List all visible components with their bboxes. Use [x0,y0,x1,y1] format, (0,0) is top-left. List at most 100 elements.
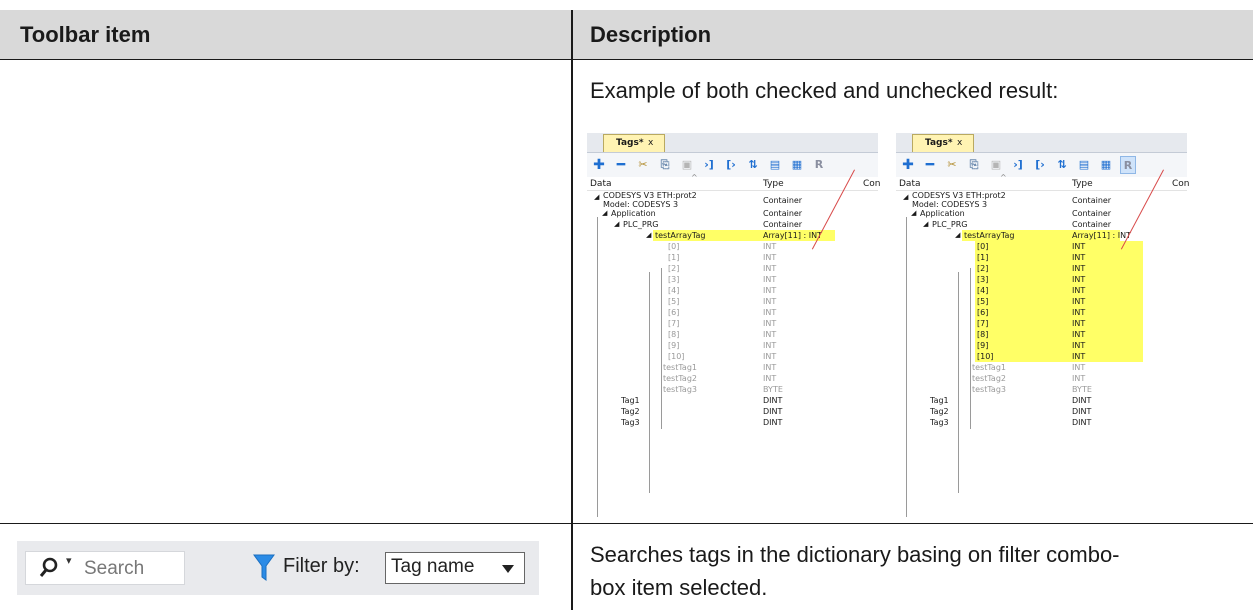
tree-expand-icon[interactable]: ◢ [955,230,960,241]
tree-row[interactable]: [3] INT [896,274,1187,285]
tree-row[interactable]: [1] INT [896,252,1187,263]
tree-row[interactable]: [6] INT [896,307,1187,318]
export-icon[interactable]: ▦ [1098,156,1114,174]
import-icon[interactable]: ▤ [1076,156,1092,174]
expand-icon[interactable]: ›] [1010,156,1026,174]
show-array-elements-icon[interactable]: R [1120,156,1136,174]
tree-row[interactable]: [10] INT [587,351,878,362]
editor-toolbar: ✚ ━ ✂ ⎘ ▣ ›] [› ⇅ ▤ ▦ R [896,153,1187,178]
tree-row[interactable]: [0] INT [587,241,878,252]
search-dropdown-caret[interactable]: ▾ [66,554,72,567]
tree-row[interactable]: [8] INT [587,329,878,340]
tree-node-name: testTag2 [663,374,697,383]
tree-row[interactable]: Tag3 DINT [896,417,1187,428]
tree-row[interactable]: Tag1 DINT [896,395,1187,406]
paste-icon[interactable]: ▣ [679,156,695,174]
export-icon[interactable]: ▦ [789,156,805,174]
tree-row[interactable]: ◢ Application Container [896,208,1187,219]
tree-row[interactable]: [9] INT [896,340,1187,351]
tree-row[interactable]: [2] INT [896,263,1187,274]
tree-row[interactable]: testTag3 BYTE [896,384,1187,395]
copy-icon[interactable]: ⎘ [657,156,673,174]
remove-tag-icon[interactable]: ━ [922,156,938,174]
tree-node-type: INT [763,330,777,339]
tree-row[interactable]: Tag2 DINT [587,406,878,417]
tree-row[interactable]: [6] INT [587,307,878,318]
tree-expand-icon[interactable]: ◢ [646,230,651,241]
tree-row[interactable]: Tag2 DINT [896,406,1187,417]
tree-expand-icon[interactable]: ◢ [614,219,619,230]
add-tag-icon[interactable]: ✚ [591,156,607,174]
filter-combobox[interactable]: Tag name [385,552,525,584]
tree-row[interactable]: Tag1 DINT [587,395,878,406]
collapse-icon[interactable]: [› [723,156,739,174]
sort-icon[interactable]: ⇅ [745,156,761,174]
expand-icon[interactable]: ›] [701,156,717,174]
tab-tags[interactable]: Tags* x [912,134,974,152]
tree-expand-icon[interactable]: ◢ [903,192,908,203]
tree-node-name: Application [920,209,965,218]
close-icon[interactable]: x [957,135,962,152]
editor-toolbar: ✚ ━ ✂ ⎘ ▣ ›] [› ⇅ ▤ ▦ R [587,153,878,178]
tree-row[interactable]: [3] INT [587,274,878,285]
tree-node-name: Tag2 [621,407,640,416]
tree-expand-icon[interactable]: ◢ [911,208,916,219]
tree-row[interactable]: [0] INT [896,241,1187,252]
tree-row[interactable]: [1] INT [587,252,878,263]
tree-row[interactable]: [7] INT [896,318,1187,329]
tree-expand-icon[interactable]: ◢ [594,192,599,203]
tree-node-type: Container [1072,209,1112,218]
import-icon[interactable]: ▤ [767,156,783,174]
tab-tags[interactable]: Tags* x [603,134,665,152]
close-icon[interactable]: x [648,135,653,152]
tree-node-type: INT [1072,253,1086,262]
tree-row[interactable]: ◢ PLC_PRG Container [896,219,1187,230]
tree-row[interactable]: [8] INT [896,329,1187,340]
tree-row[interactable]: testTag1 INT [587,362,878,373]
tree-node-type: INT [1072,341,1086,350]
tree-row[interactable]: ◢ testArrayTag Array[11] : INT [587,230,878,241]
paste-icon[interactable]: ▣ [988,156,1004,174]
tag-editor-unchecked-screenshot: Tags* x ✚ ━ ✂ ⎘ ▣ ›] [› ⇅ ▤ ▦ R Data Type Con ^ ◢ CODESYS … [587,133,881,517]
tree-node-name: testTag1 [663,363,697,372]
tree-row[interactable]: testTag3 BYTE [587,384,878,395]
tree-row[interactable]: [2] INT [587,263,878,274]
tab-strip: Tags* x [896,133,1187,153]
tree-row[interactable]: testTag2 INT [587,373,878,384]
show-array-elements-icon[interactable]: R [811,156,827,174]
search-field[interactable]: ▾ Search [25,551,185,585]
tree-row[interactable]: testTag1 INT [896,362,1187,373]
tree-node-type: Container [763,209,803,218]
tree-row[interactable]: Tag3 DINT [587,417,878,428]
tree-row[interactable]: [5] INT [587,296,878,307]
tree-row[interactable]: [9] INT [587,340,878,351]
tree-row[interactable]: ◢ Application Container [587,208,878,219]
cut-icon[interactable]: ✂ [944,156,960,174]
tree-node-type: Array[11] : INT [1072,231,1131,240]
tree-row[interactable]: [5] INT [896,296,1187,307]
tree-row[interactable]: ◢ PLC_PRG Container [587,219,878,230]
tree-node-name: Tag1 [621,396,640,405]
tree-node-type: INT [763,341,777,350]
sort-caret-icon: ^ [691,173,698,182]
collapse-icon[interactable]: [› [1032,156,1048,174]
sort-icon[interactable]: ⇅ [1054,156,1070,174]
tree-row[interactable]: [7] INT [587,318,878,329]
add-tag-icon[interactable]: ✚ [900,156,916,174]
tree-node-type: INT [763,308,777,317]
tree-row[interactable]: [4] INT [587,285,878,296]
tree-node-type: INT [1072,374,1086,383]
header-bottom-border [0,59,1253,60]
tree-row[interactable]: ◢ testArrayTag Array[11] : INT [896,230,1187,241]
cut-icon[interactable]: ✂ [635,156,651,174]
tree-node-type: INT [763,286,777,295]
tree-expand-icon[interactable]: ◢ [923,219,928,230]
remove-tag-icon[interactable]: ━ [613,156,629,174]
tree-row[interactable]: testTag2 INT [896,373,1187,384]
tree-node-name: testArrayTag [964,231,1015,240]
tree-row[interactable]: [4] INT [896,285,1187,296]
tree-expand-icon[interactable]: ◢ [602,208,607,219]
tree-row[interactable]: [10] INT [896,351,1187,362]
tree-node-type: INT [1072,275,1086,284]
copy-icon[interactable]: ⎘ [966,156,982,174]
